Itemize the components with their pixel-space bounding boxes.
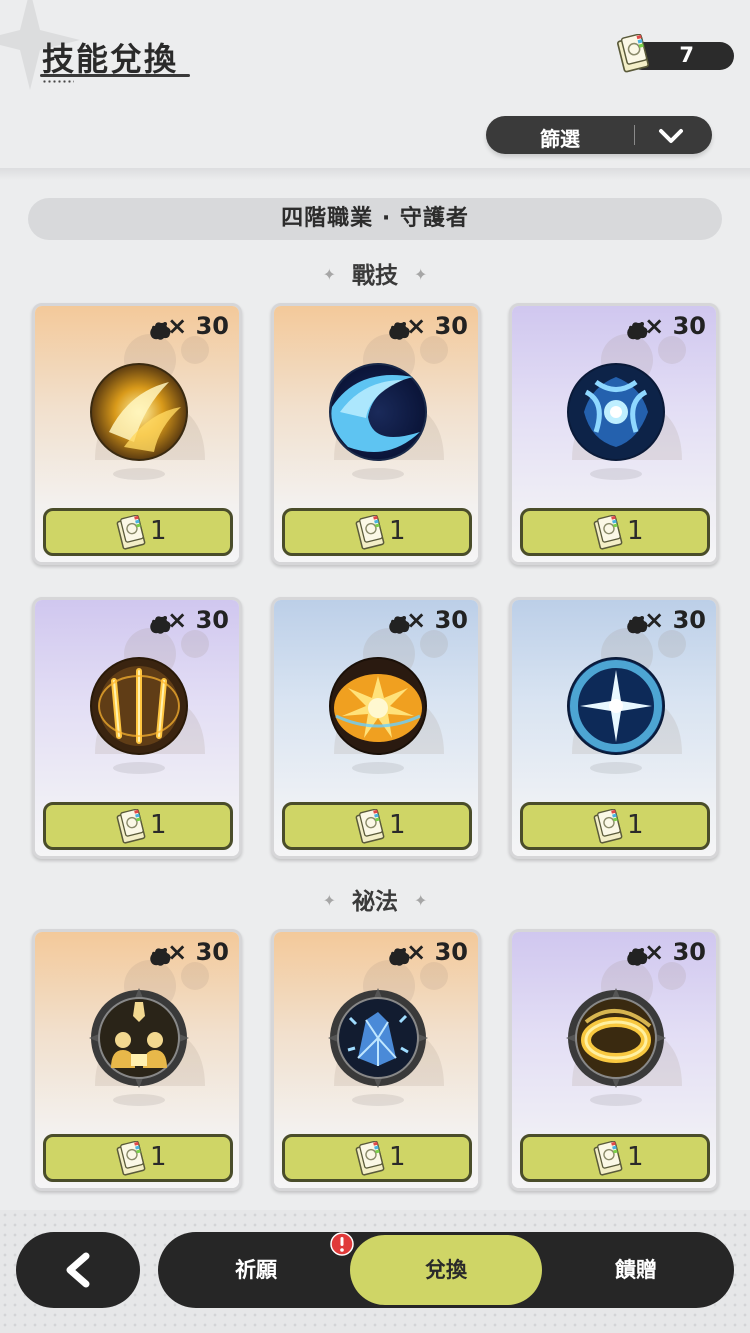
golden-ring-icon [566,988,666,1088]
golden-slash-icon [90,363,188,461]
orb-shadow [590,762,642,774]
material-cost: × 30 [644,312,706,340]
filter-separator [634,125,635,145]
skill-card[interactable]: × 30 1 [509,929,719,1191]
tab-exchange[interactable]: 兌換 [350,1235,542,1305]
tab-gift[interactable]: 饋贈 [538,1232,734,1308]
sparkle-icon: ✦ [322,891,336,910]
section-header-arcane: ✦ 祕法 ✦ [0,882,750,916]
water-star-icon [567,657,665,755]
material-cost: × 30 [167,312,229,340]
skill-card[interactable]: × 30 1 [32,303,242,565]
orb-shadow [590,468,642,480]
material-cost: × 30 [406,312,468,340]
exchange-button[interactable]: 1 [282,508,472,556]
material-cost: × 30 [406,606,468,634]
orb-shadow [352,468,404,480]
ticket-price: 1 [150,810,167,840]
alert-icon [330,1232,354,1256]
ticket-price: 1 [150,1142,167,1172]
material-cost: × 30 [644,606,706,634]
filter-label: 篩選 [540,127,580,151]
exchange-button[interactable]: 1 [520,802,710,850]
section-title: 祕法 [352,889,398,915]
exchange-button[interactable]: 1 [43,802,233,850]
sparkle-icon: ✦ [414,265,428,284]
exchange-button[interactable]: 1 [282,1134,472,1182]
ticket-icon [116,515,146,551]
back-arrow-icon [66,1252,90,1288]
water-wave-icon [329,363,427,461]
exchange-button[interactable]: 1 [520,508,710,556]
skill-card[interactable]: × 30 1 [271,303,481,565]
ticket-icon [593,1141,623,1177]
orb-shadow [352,1094,404,1106]
skill-card[interactable]: × 30 1 [509,303,719,565]
ticket-price: 1 [627,810,644,840]
ticket-icon [355,1141,385,1177]
water-burst-icon [567,363,665,461]
ticket-icon [593,515,623,551]
ticket-icon [355,809,385,845]
title-dots [42,80,74,83]
back-button[interactable] [16,1232,140,1308]
exchange-button[interactable]: 1 [43,508,233,556]
ticket-icon [116,1141,146,1177]
ticket-price: 1 [627,516,644,546]
ticket-price: 1 [389,1142,406,1172]
material-cost: × 30 [644,938,706,966]
ticket-price: 1 [389,810,406,840]
skill-card[interactable]: × 30 1 [271,597,481,859]
party-figures-icon [89,988,189,1088]
ticket-icon [616,34,650,74]
exchange-button[interactable]: 1 [282,802,472,850]
ticket-price: 1 [389,516,406,546]
orb-shadow [113,468,165,480]
ice-crystal-icon [328,988,428,1088]
material-cost: × 30 [406,938,468,966]
title-underline [40,74,190,77]
orb-shadow [352,762,404,774]
ticket-price: 1 [150,516,167,546]
orb-shadow [113,762,165,774]
header-shade [0,168,750,180]
filter-button[interactable]: 篩選 [486,116,712,154]
skill-card[interactable]: × 30 1 [271,929,481,1191]
skill-card[interactable]: × 30 1 [509,597,719,859]
ticket-icon [593,809,623,845]
exchange-button[interactable]: 1 [43,1134,233,1182]
sparkle-icon: ✦ [414,891,428,910]
skill-card[interactable]: × 30 1 [32,597,242,859]
material-cost: × 30 [167,938,229,966]
exchange-button[interactable]: 1 [520,1134,710,1182]
skill-card[interactable]: × 30 1 [32,929,242,1191]
section-title: 戰技 [352,263,398,289]
sparkle-icon: ✦ [322,265,336,284]
golden-explosion-icon [329,657,427,755]
chevron-down-icon[interactable] [656,126,686,146]
ticket-icon [355,515,385,551]
tab-pray[interactable]: 祈願 [158,1232,354,1308]
ticket-price: 1 [627,1142,644,1172]
section-header-combat: ✦ 戰技 ✦ [0,256,750,290]
golden-blades-icon [90,657,188,755]
currency-counter: 7 [628,42,734,70]
bottom-tab-bar: 祈願 兌換 饋贈 [158,1232,734,1308]
orb-shadow [590,1094,642,1106]
class-banner: 四階職業 · 守護者 [28,198,722,240]
material-cost: × 30 [167,606,229,634]
ticket-icon [116,809,146,845]
orb-shadow [113,1094,165,1106]
currency-count: 7 [679,43,694,67]
